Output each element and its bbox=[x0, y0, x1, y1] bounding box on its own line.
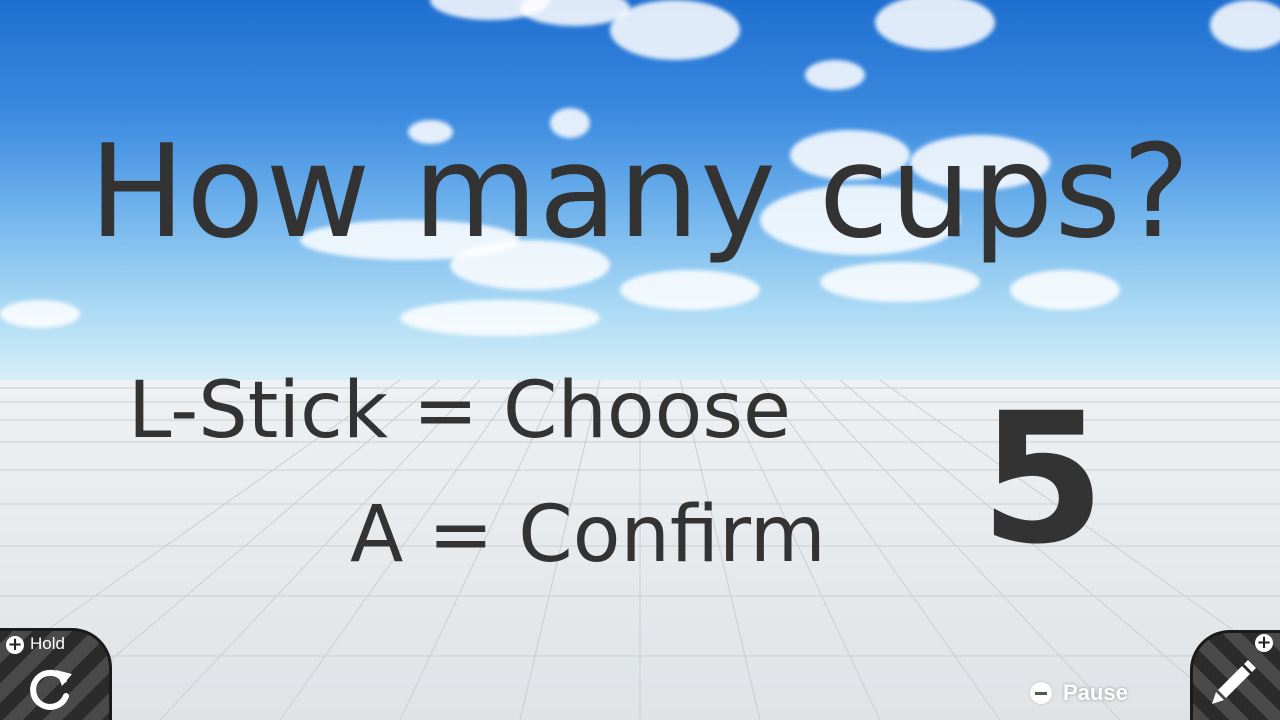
plus-button-icon: + bbox=[6, 634, 24, 655]
plus-button-icon-right: + bbox=[1255, 632, 1273, 653]
question-text: How many cups? bbox=[89, 118, 1191, 267]
instruction-choose: L-Stick = Choose bbox=[128, 366, 791, 456]
game-scene: How many cups? L-Stick = Choose A = Conf… bbox=[0, 0, 1280, 720]
minus-button-icon bbox=[1030, 682, 1052, 704]
pause-label: Pause bbox=[1063, 680, 1128, 705]
instruction-confirm: A = Confirm bbox=[350, 490, 826, 580]
rotate-arrow-icon bbox=[30, 669, 72, 710]
pause-control[interactable]: Pause bbox=[1030, 678, 1128, 708]
selected-count[interactable]: 5 bbox=[980, 380, 1105, 580]
hold-label: Hold bbox=[30, 634, 65, 653]
pencil-icon bbox=[1212, 660, 1256, 704]
